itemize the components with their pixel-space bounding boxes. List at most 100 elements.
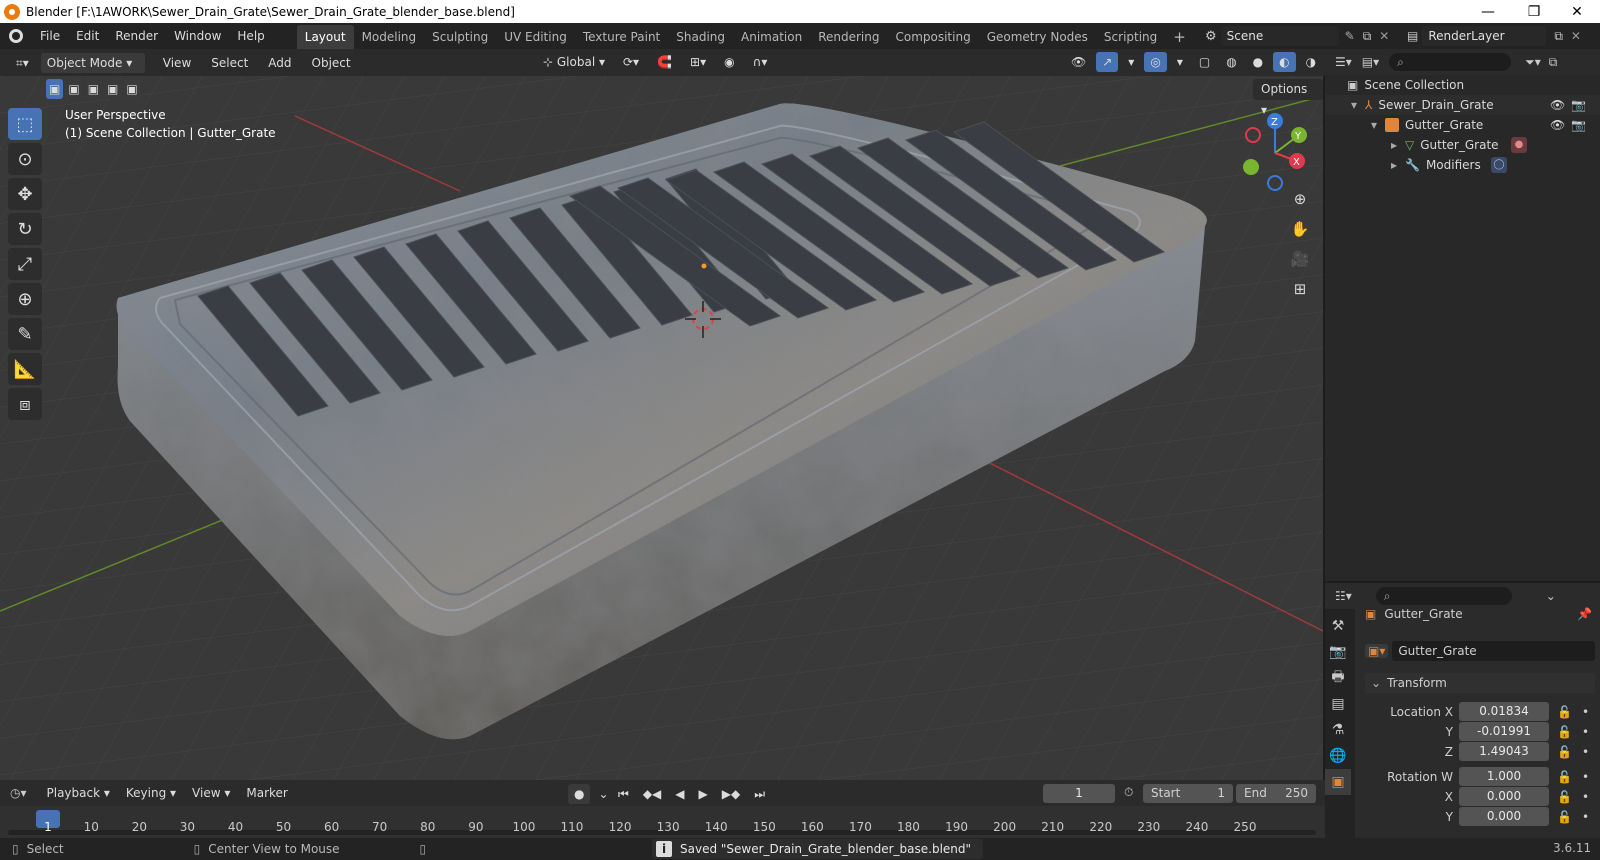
- view-layer-icon[interactable]: ▤: [1407, 29, 1418, 43]
- minimize-button[interactable]: —: [1465, 0, 1511, 23]
- new-scene-icon[interactable]: ⧉: [1363, 29, 1372, 44]
- transform-orientation-dropdown[interactable]: ⊹ Global ▾: [537, 52, 611, 72]
- outliner-item-gutter-grate[interactable]: ▾ Gutter_Grate 👁 📷: [1325, 115, 1600, 135]
- world-tab-icon[interactable]: 🌐: [1325, 743, 1351, 769]
- remove-view-layer-icon[interactable]: ✕: [1571, 29, 1581, 43]
- tab-uv-editing[interactable]: UV Editing: [496, 25, 575, 49]
- select-subtract-icon[interactable]: ▣: [84, 79, 103, 99]
- visibility-icon[interactable]: 👁▾: [1065, 52, 1092, 89]
- maximize-button[interactable]: ❐: [1511, 0, 1557, 23]
- lock-icon[interactable]: 🔓: [1557, 810, 1572, 824]
- collapse-chevron-icon[interactable]: ▾: [1351, 98, 1365, 112]
- keyframe-dot-icon[interactable]: •: [1582, 810, 1589, 824]
- menu-help[interactable]: Help: [229, 23, 272, 49]
- play-reverse-icon[interactable]: ◀: [669, 784, 690, 804]
- timeline-editor-icon[interactable]: ◷▾: [10, 786, 27, 800]
- pan-hand-icon[interactable]: ✋: [1287, 216, 1313, 242]
- render-tab-icon[interactable]: 📷: [1325, 639, 1351, 665]
- proportional-editing-icon[interactable]: ◉: [718, 52, 740, 72]
- jump-start-icon[interactable]: ⏮: [612, 784, 635, 804]
- view-layer-selector[interactable]: RenderLayer: [1422, 26, 1547, 46]
- collapse-chevron-icon[interactable]: ▾: [1371, 118, 1385, 132]
- view-layer-tab-icon[interactable]: ▤: [1325, 691, 1351, 717]
- add-workspace-button[interactable]: +: [1165, 24, 1194, 48]
- location-y-field[interactable]: -0.01991: [1459, 722, 1549, 741]
- transform-tool-icon[interactable]: ⊕: [8, 283, 42, 315]
- display-mode-icon[interactable]: ▤▾: [1362, 55, 1379, 69]
- keyframe-dot-icon[interactable]: •: [1582, 705, 1589, 719]
- overlay-toggle-icon[interactable]: ◎: [1144, 52, 1167, 72]
- shading-wireframe-icon[interactable]: ◍: [1220, 52, 1242, 72]
- lock-icon[interactable]: 🔓: [1557, 790, 1572, 804]
- start-frame-field[interactable]: Start 1: [1143, 784, 1233, 803]
- shading-material-icon[interactable]: ◐: [1273, 52, 1296, 72]
- rotation-w-field[interactable]: 1.000: [1459, 767, 1549, 786]
- tab-modeling[interactable]: Modeling: [354, 25, 425, 49]
- outliner-search-input[interactable]: ⌕: [1389, 53, 1512, 71]
- menu-file[interactable]: File: [32, 23, 68, 49]
- tab-sculpting[interactable]: Sculpting: [424, 25, 496, 49]
- scene-icon[interactable]: ⚙: [1205, 29, 1217, 44]
- move-tool-icon[interactable]: ✥: [8, 178, 42, 210]
- tab-scripting[interactable]: Scripting: [1096, 25, 1165, 49]
- viewport-menu-object[interactable]: Object: [302, 53, 361, 73]
- blender-menu-icon[interactable]: [0, 29, 32, 43]
- stopwatch-icon[interactable]: ⏱: [1124, 785, 1133, 800]
- object-tab-icon[interactable]: ▣: [1325, 769, 1351, 795]
- cursor-tool-icon[interactable]: ⊙: [8, 143, 42, 175]
- measure-tool-icon[interactable]: 📐: [8, 353, 42, 385]
- navigation-gizmo[interactable]: Z Y X: [1235, 111, 1317, 193]
- viewport-menu-view[interactable]: View: [153, 53, 201, 73]
- scene-tab-icon[interactable]: ⚗: [1325, 717, 1351, 743]
- lock-icon[interactable]: 🔓: [1557, 770, 1572, 784]
- shading-solid-icon[interactable]: ●: [1247, 52, 1269, 72]
- camera-view-icon[interactable]: 🎥: [1287, 246, 1313, 272]
- viewport-menu-select[interactable]: Select: [201, 53, 258, 73]
- scene-selector[interactable]: Scene: [1220, 26, 1339, 46]
- outliner-item-modifiers[interactable]: ▸ 🔧 Modifiers ◯: [1325, 155, 1600, 175]
- keyframe-dot-icon[interactable]: •: [1582, 790, 1589, 804]
- lock-icon[interactable]: 🔓: [1557, 745, 1572, 759]
- timeline-menu-marker[interactable]: Marker: [238, 783, 295, 803]
- select-intersect-icon[interactable]: ▣: [123, 79, 141, 99]
- rotation-x-field[interactable]: 0.000: [1459, 787, 1549, 806]
- tab-geometry-nodes[interactable]: Geometry Nodes: [979, 25, 1096, 49]
- transform-panel-header[interactable]: ⌄ Transform: [1365, 673, 1595, 693]
- material-icon[interactable]: ●: [1511, 137, 1527, 153]
- pin-scene-icon[interactable]: ✎: [1345, 29, 1355, 43]
- perspective-grid-icon[interactable]: ⊞: [1287, 276, 1313, 302]
- play-icon[interactable]: ▶: [693, 784, 714, 804]
- xray-icon[interactable]: ▢: [1193, 52, 1216, 72]
- select-invert-icon[interactable]: ▣: [104, 79, 122, 99]
- viewport-menu-add[interactable]: Add: [258, 53, 301, 73]
- options-dropdown[interactable]: Options ▾: [1253, 79, 1323, 117]
- pivot-point-icon[interactable]: ⟳▾: [617, 52, 645, 72]
- overlay-dropdown-icon[interactable]: ▾: [1171, 52, 1189, 72]
- jump-keyframe-back-icon[interactable]: ◆◀: [637, 784, 667, 804]
- zoom-icon[interactable]: ⊕: [1287, 186, 1313, 212]
- expand-chevron-icon[interactable]: ▸: [1391, 158, 1405, 172]
- visibility-eye-icon[interactable]: 👁: [1550, 118, 1565, 132]
- menu-render[interactable]: Render: [107, 23, 166, 49]
- new-view-layer-icon[interactable]: ⧉: [1554, 29, 1563, 44]
- proportional-falloff-icon[interactable]: ∩▾: [747, 52, 774, 72]
- properties-options-icon[interactable]: ⌄: [1546, 589, 1556, 603]
- annotate-tool-icon[interactable]: ✎: [8, 318, 42, 350]
- menu-edit[interactable]: Edit: [68, 23, 107, 49]
- jump-keyframe-forward-icon[interactable]: ▶◆: [716, 784, 746, 804]
- select-box-tool-icon[interactable]: ⬚: [8, 108, 42, 140]
- select-extend-icon[interactable]: ▣: [65, 79, 83, 99]
- keyframe-dot-icon[interactable]: •: [1582, 725, 1589, 739]
- tab-layout[interactable]: Layout: [296, 25, 354, 49]
- modifier-icon[interactable]: ◯: [1491, 157, 1507, 173]
- lock-icon[interactable]: 🔓: [1557, 705, 1572, 719]
- snap-target-icon[interactable]: ⊞▾: [684, 52, 712, 72]
- menu-window[interactable]: Window: [166, 23, 229, 49]
- rotation-y-field[interactable]: 0.000: [1459, 807, 1549, 826]
- tab-texture-paint[interactable]: Texture Paint: [575, 25, 668, 49]
- output-tab-icon[interactable]: 🖶: [1325, 665, 1351, 691]
- outliner-editor-icon[interactable]: ☰▾: [1335, 55, 1352, 69]
- expand-chevron-icon[interactable]: ▸: [1391, 138, 1405, 152]
- snap-icon[interactable]: 🧲: [651, 52, 678, 72]
- tab-rendering[interactable]: Rendering: [810, 25, 887, 49]
